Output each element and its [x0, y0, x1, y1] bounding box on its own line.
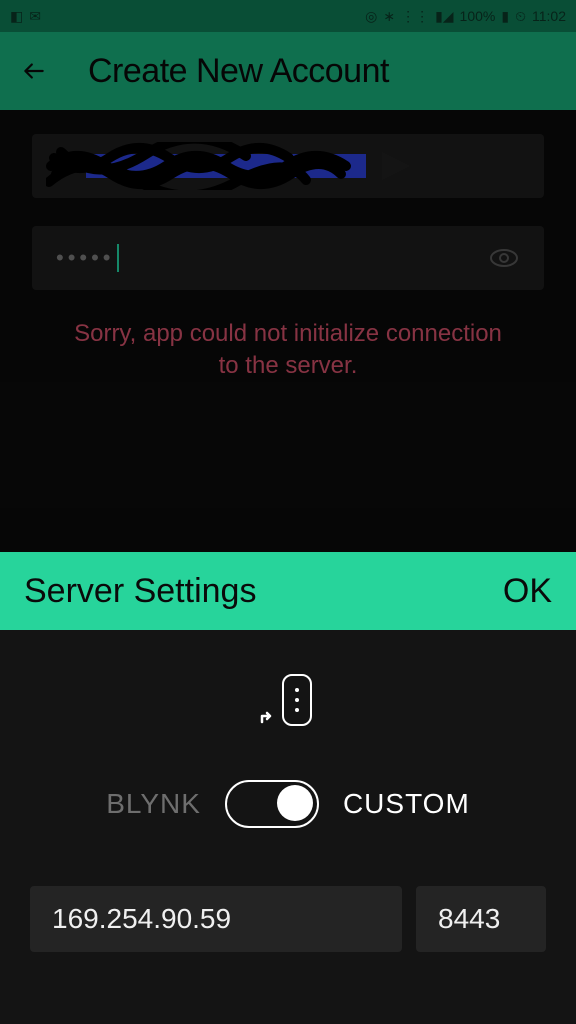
status-left: ◧ ✉	[10, 8, 41, 25]
server-address-row: 169.254.90.59 8443	[30, 886, 546, 952]
server-ip-value: 169.254.90.59	[52, 903, 231, 935]
notification-icon: ◧	[10, 8, 23, 25]
location-icon: ◎	[365, 8, 377, 25]
server-settings-header: Server Settings OK	[0, 552, 576, 630]
eye-icon	[489, 248, 519, 268]
status-right: ◎ ∗ ⋮⋮ ▮◢ 100% ▮ ⏲ 11:02	[365, 8, 566, 25]
password-value: •••••	[56, 245, 115, 271]
signal-icon: ▮◢	[435, 8, 453, 25]
text-cursor	[117, 244, 119, 272]
status-bar: ◧ ✉ ◎ ∗ ⋮⋮ ▮◢ 100% ▮ ⏲ 11:02	[0, 0, 576, 32]
error-message: Sorry, app could not initialize connecti…	[32, 318, 544, 383]
clock-icon: ⏲	[515, 8, 526, 25]
server-port-field[interactable]: 8443	[416, 886, 546, 952]
time-text: 11:02	[532, 8, 566, 24]
back-button[interactable]	[20, 57, 48, 85]
battery-text: 100%	[460, 8, 496, 24]
server-icon	[258, 672, 318, 732]
server-toggle[interactable]	[225, 780, 319, 828]
server-ip-field[interactable]: 169.254.90.59	[30, 886, 402, 952]
server-port-value: 8443	[438, 903, 500, 935]
page-title: Create New Account	[88, 52, 389, 91]
app-header: Create New Account	[0, 32, 576, 110]
chevron-right-icon	[382, 152, 410, 180]
server-settings-title: Server Settings	[24, 572, 256, 611]
option-custom[interactable]: CUSTOM	[343, 788, 470, 820]
wifi-icon: ⋮⋮	[401, 8, 429, 25]
toggle-knob	[277, 785, 313, 821]
mail-icon: ✉	[29, 8, 41, 25]
show-password-button[interactable]	[488, 242, 520, 274]
bluetooth-icon: ∗	[383, 8, 395, 25]
arrow-left-icon	[21, 58, 47, 84]
server-type-toggle-row: BLYNK CUSTOM	[106, 780, 470, 828]
password-field[interactable]: •••••	[32, 226, 544, 290]
server-settings-panel: BLYNK CUSTOM 169.254.90.59 8443	[0, 630, 576, 1024]
redaction-scribble	[46, 142, 366, 190]
email-field[interactable]	[32, 134, 544, 198]
ok-button[interactable]: OK	[503, 572, 552, 611]
battery-icon: ▮	[501, 8, 509, 25]
option-blynk[interactable]: BLYNK	[106, 788, 201, 820]
signup-form: ••••• Sorry, app could not initialize co…	[0, 110, 576, 383]
